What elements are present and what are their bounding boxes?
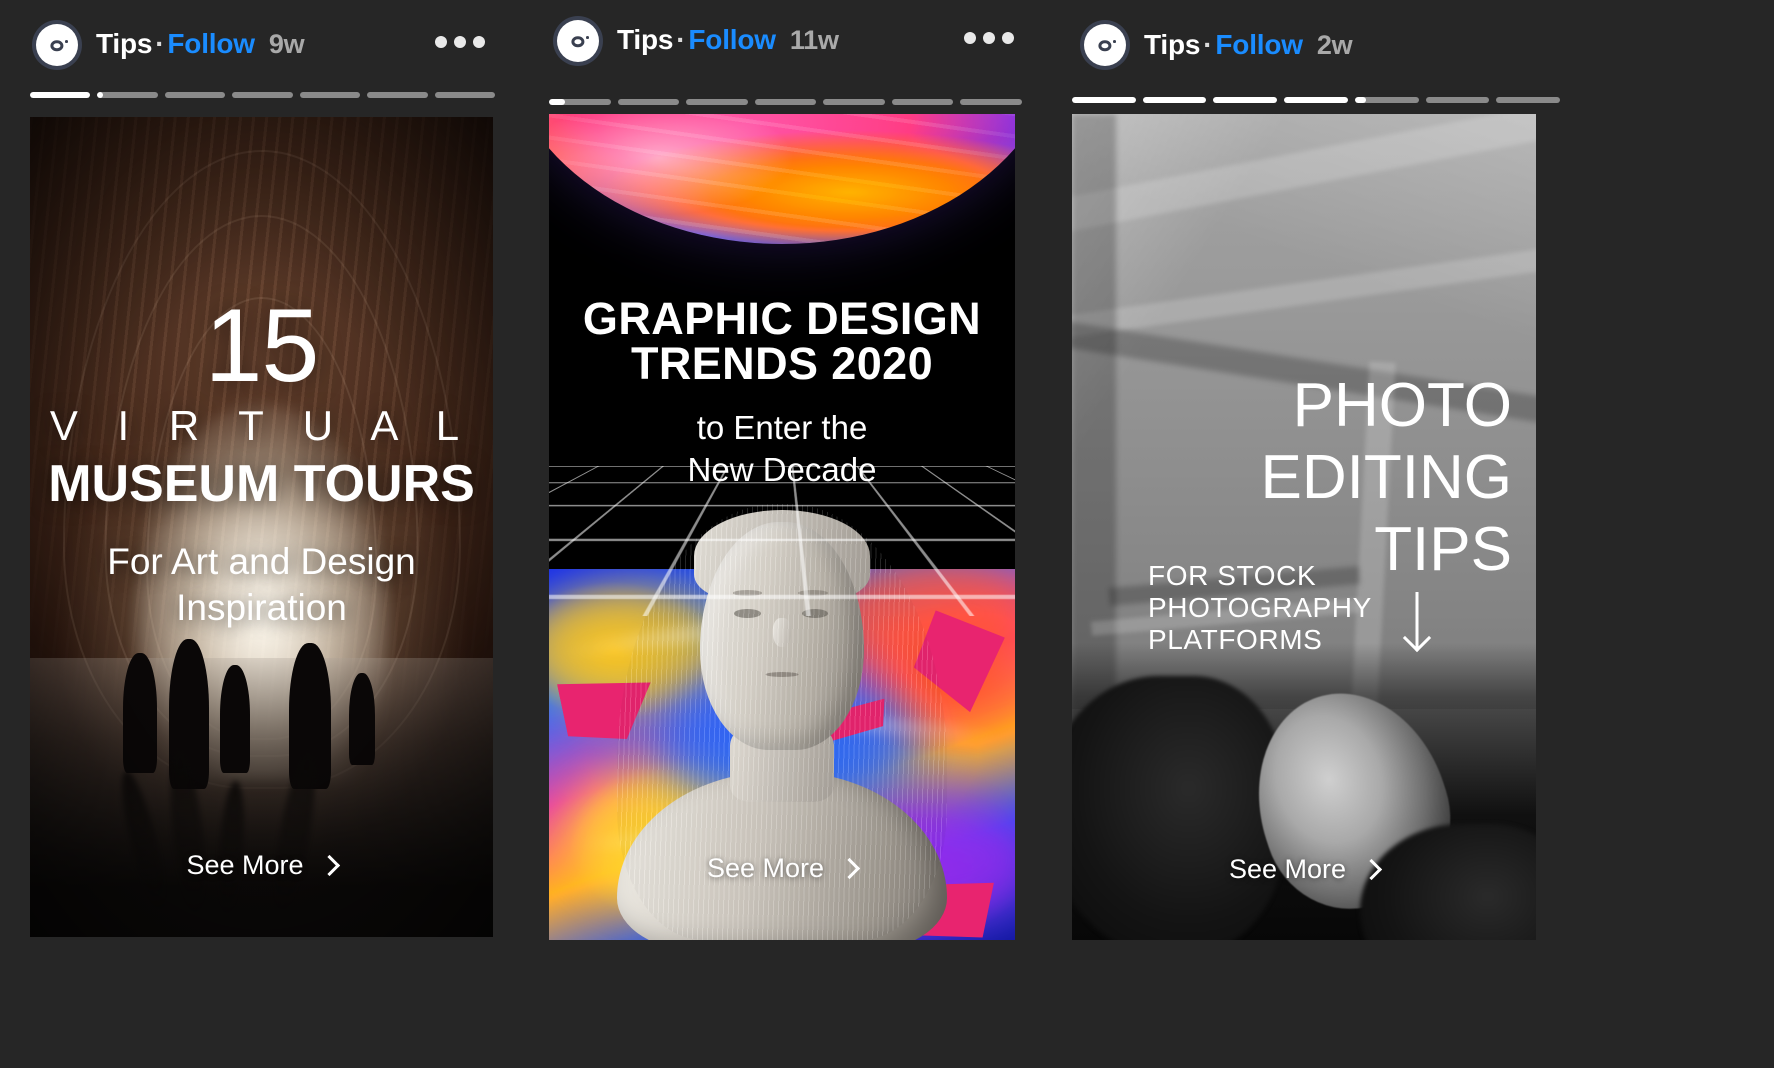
story-progress-bar[interactable] [1072, 97, 1561, 103]
camera-icon [563, 28, 593, 54]
progress-segment[interactable] [30, 92, 91, 98]
progress-fill [1072, 97, 1136, 103]
progress-segment[interactable] [1142, 97, 1207, 103]
avatar[interactable] [32, 20, 82, 70]
more-options-icon[interactable] [964, 32, 1014, 44]
see-more-label: See More [706, 853, 825, 883]
progress-segment[interactable] [299, 92, 361, 98]
story-headline-line2: MUSEUM TOURS [48, 455, 475, 513]
separator-dot: · [155, 28, 165, 59]
story-headline-line1: V I R T U A L [49, 402, 474, 449]
see-more-label: See More [1228, 854, 1347, 884]
progress-segment[interactable] [960, 99, 1023, 105]
story-progress-bar[interactable] [30, 92, 495, 98]
progress-fill [549, 99, 565, 105]
story-header: Tips · Follow 2w [1050, 0, 1774, 103]
separator-dot: · [676, 24, 686, 55]
progress-segment[interactable] [686, 99, 748, 105]
account-name[interactable]: Tips [617, 24, 673, 55]
camera-icon [42, 32, 72, 58]
follow-button[interactable]: Follow [688, 24, 776, 55]
story-title-line2: TRENDS 2020 [630, 338, 934, 389]
story-header: Tips · Follow 11w [525, 0, 1050, 105]
story-author-line: Tips · Follow 2w [1144, 29, 1353, 61]
story-panel-museum[interactable]: Tips · Follow 9w 15 V I R T U A L MUSEUM… [0, 0, 525, 1068]
story-panel-photo-editing[interactable]: Tips · Follow 2w PHOTO EDITING TIPS FOR STO… [1050, 0, 1774, 1068]
see-more-button[interactable]: See More [549, 853, 1015, 884]
story-author-line: Tips · Follow 11w [617, 24, 839, 56]
account-name[interactable]: Tips [96, 28, 152, 59]
stories-tray: Tips · Follow 9w 15 V I R T U A L MUSEUM… [0, 0, 1774, 1068]
story-tagline-line2: Inspiration [176, 587, 347, 628]
progress-segment[interactable] [1284, 97, 1348, 103]
follow-button[interactable]: Follow [167, 28, 255, 59]
planet-graphic [549, 114, 1015, 244]
timestamp: 11w [789, 25, 839, 55]
progress-segment[interactable] [891, 99, 954, 105]
story-media-photo-editing[interactable]: PHOTO EDITING TIPS FOR STOCK PHOTOGRAPHY… [1072, 114, 1536, 940]
see-more-button[interactable]: See More [1072, 854, 1536, 885]
avatar[interactable] [553, 16, 603, 66]
separator-dot: · [1203, 29, 1213, 60]
story-subtitle-line1: to Enter the [696, 409, 868, 446]
progress-segment[interactable] [754, 99, 817, 105]
timestamp: 9w [268, 29, 305, 59]
story-subtitle-line3: PLATFORMS [1148, 624, 1323, 655]
progress-segment[interactable] [97, 92, 158, 98]
progress-segment[interactable] [367, 92, 428, 98]
camera-icon [1090, 32, 1120, 58]
vignette [30, 117, 493, 937]
account-name[interactable]: Tips [1144, 29, 1200, 60]
progress-fill [1142, 97, 1207, 103]
progress-segment[interactable] [1072, 97, 1136, 103]
progress-segment[interactable] [1213, 97, 1278, 103]
see-more-label: See More [186, 850, 304, 880]
story-panel-graphic-design[interactable]: Tips · Follow 11w GRAPHIC DESIGN TRENDS 202… [525, 0, 1050, 1068]
chevron-right-icon [838, 857, 861, 880]
progress-fill [1284, 97, 1348, 103]
more-options-icon[interactable] [435, 36, 485, 48]
arrow-down-icon [1402, 592, 1432, 653]
see-more-button[interactable]: See More [30, 850, 493, 881]
progress-segment[interactable] [164, 92, 226, 98]
progress-fill [1213, 97, 1278, 103]
story-media-graphic-design[interactable]: GRAPHIC DESIGN TRENDS 2020 to Enter the … [549, 114, 1015, 940]
story-progress-bar[interactable] [549, 99, 1023, 105]
subject-hair [1072, 675, 1286, 940]
progress-segment[interactable] [434, 92, 495, 98]
progress-segment[interactable] [549, 99, 611, 105]
timestamp: 2w [1316, 30, 1353, 60]
avatar[interactable] [1080, 20, 1130, 70]
progress-segment[interactable] [823, 99, 885, 105]
follow-button[interactable]: Follow [1215, 29, 1303, 60]
story-title-line2: EDITING [1260, 443, 1512, 512]
story-header: Tips · Follow 9w [0, 0, 525, 100]
progress-fill [97, 92, 103, 98]
progress-segment[interactable] [1496, 97, 1561, 103]
progress-segment[interactable] [1425, 97, 1490, 103]
progress-segment[interactable] [617, 99, 680, 105]
progress-segment[interactable] [1354, 97, 1419, 103]
progress-fill [1354, 97, 1367, 103]
story-author-line: Tips · Follow 9w [96, 28, 305, 60]
story-headline-number: 15 [204, 288, 320, 404]
chevron-right-icon [318, 854, 340, 877]
progress-fill [30, 92, 91, 98]
story-title-line1: PHOTO [1292, 371, 1512, 440]
chevron-right-icon [1360, 858, 1383, 881]
story-media-museum[interactable]: 15 V I R T U A L MUSEUM TOURS For Art an… [30, 117, 493, 937]
progress-segment[interactable] [232, 92, 293, 98]
story-tagline-line1: For Art and Design [107, 541, 416, 582]
